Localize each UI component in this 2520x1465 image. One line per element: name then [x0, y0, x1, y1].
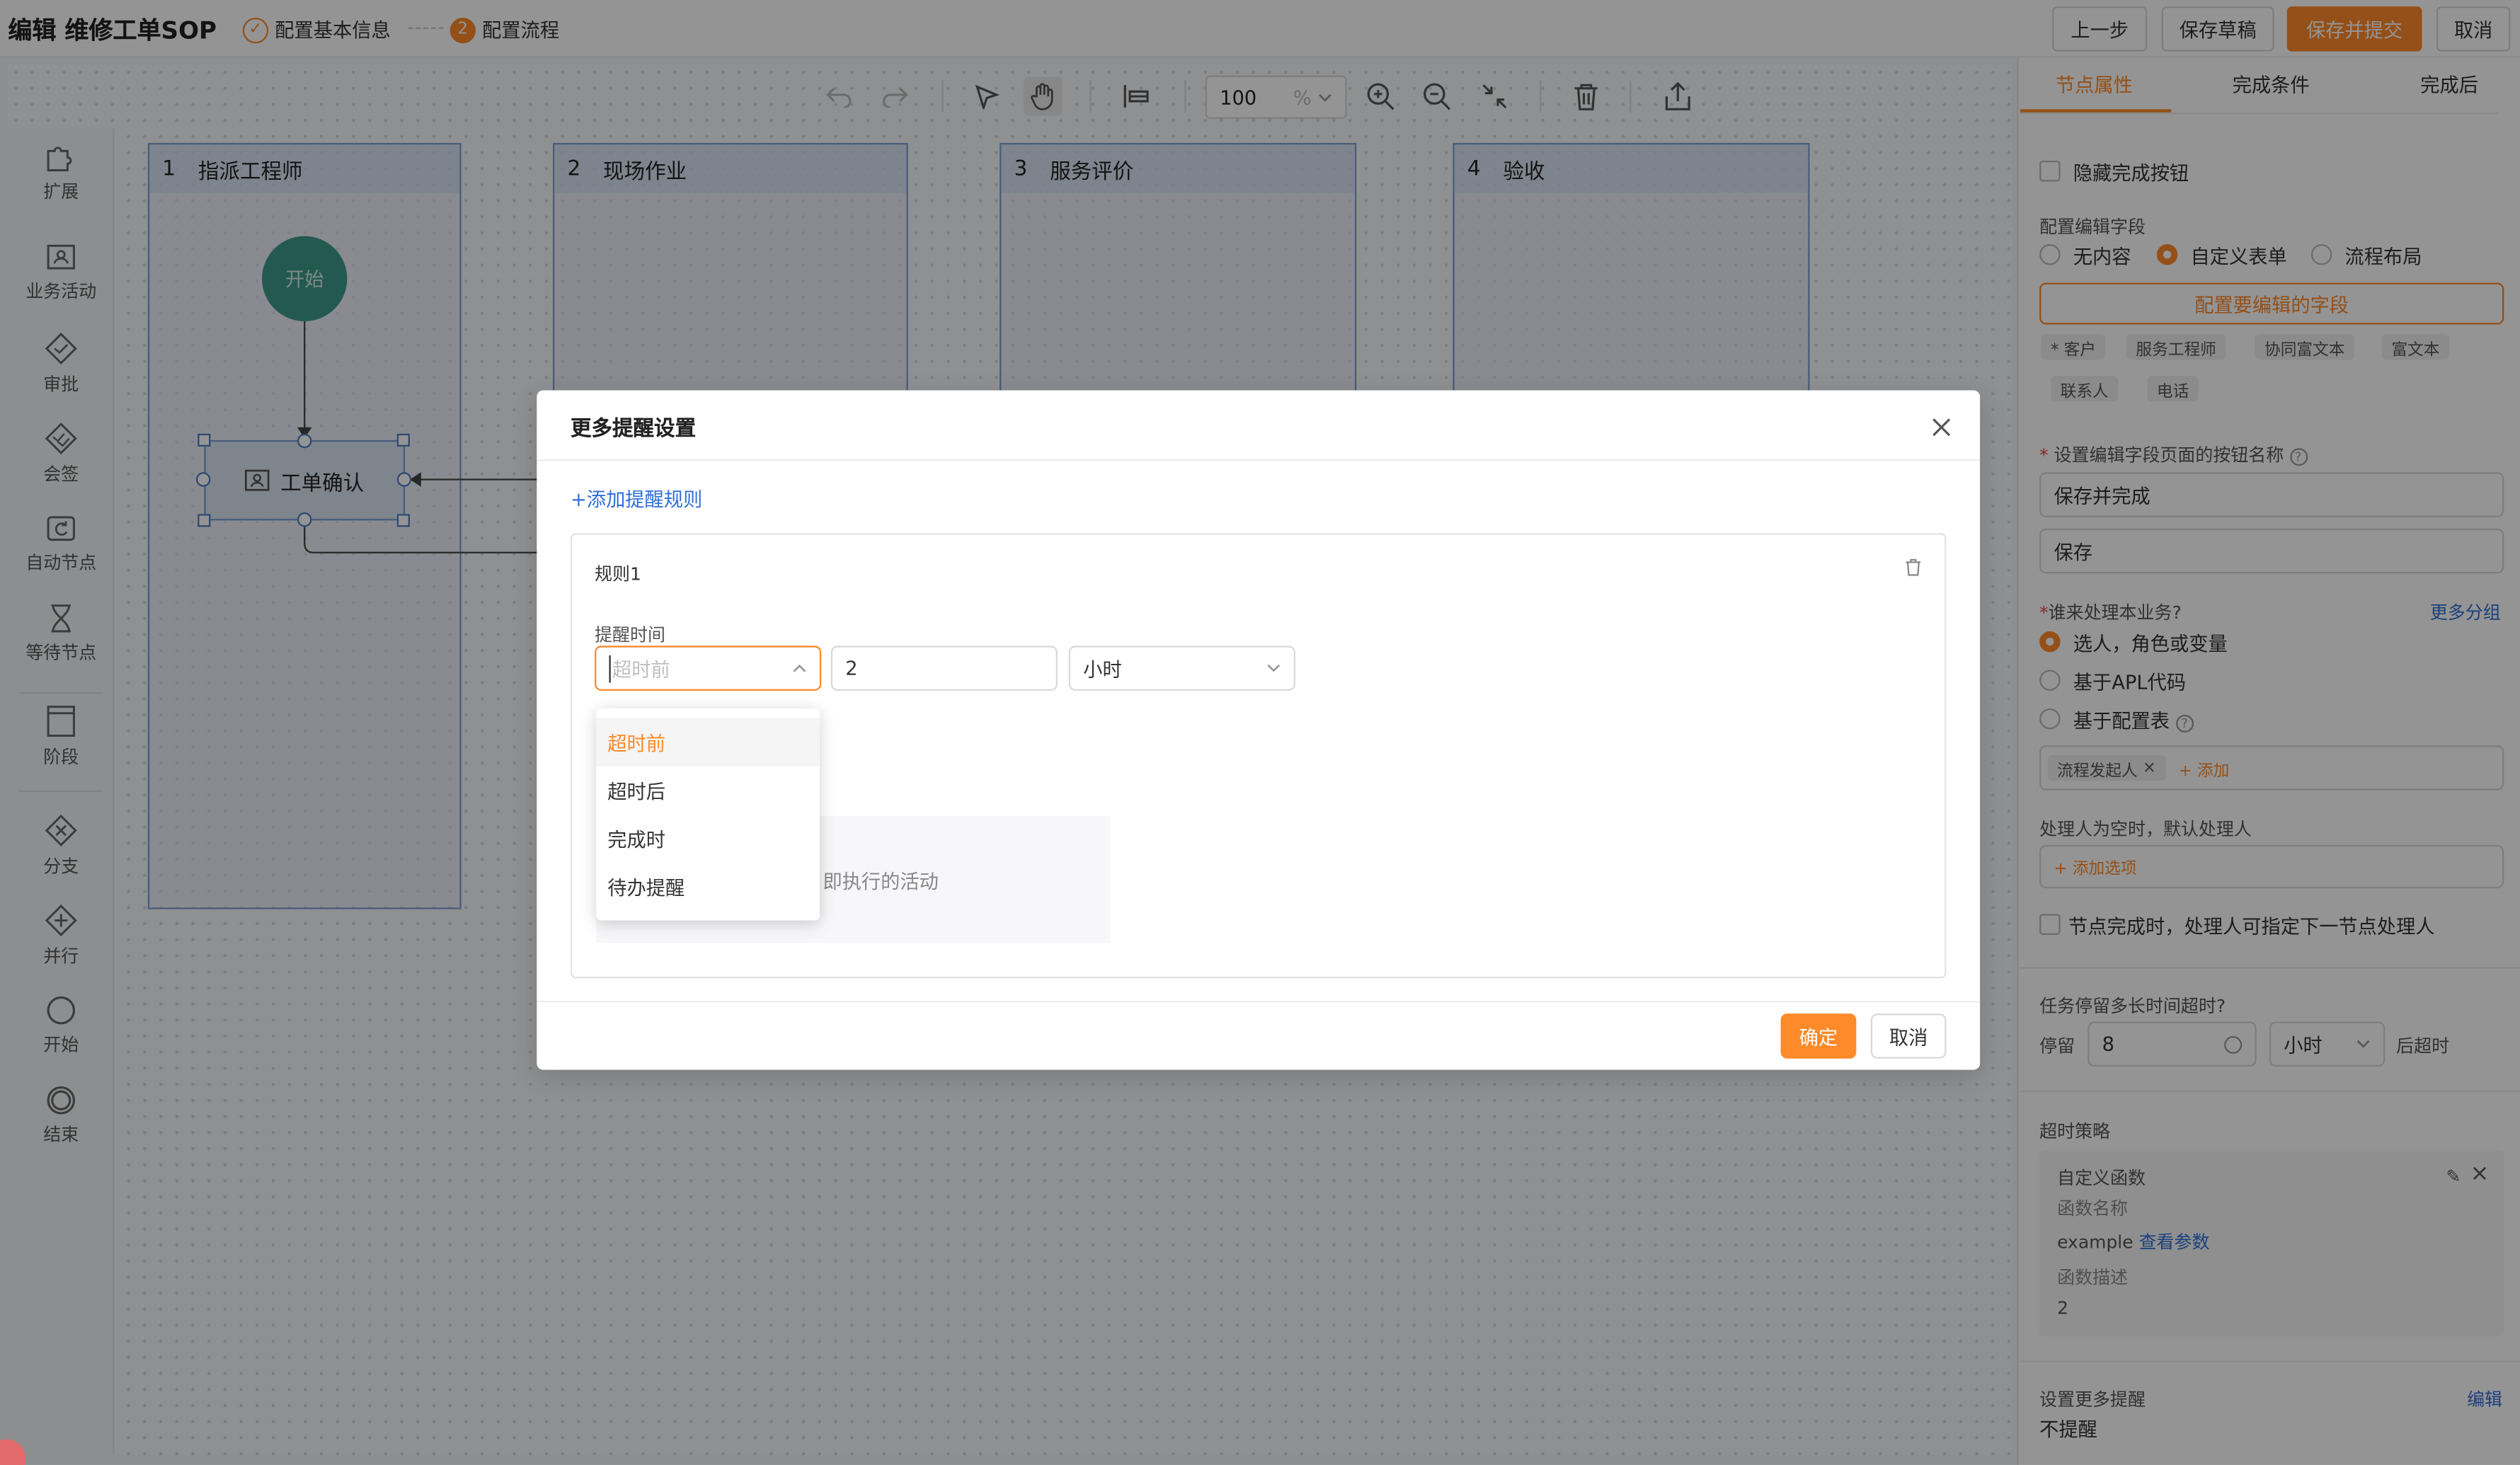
chevron-down-icon — [1267, 664, 1281, 672]
remind-unit-select[interactable]: 小时 — [1068, 645, 1295, 691]
delete-rule-icon[interactable] — [1904, 558, 1922, 582]
add-rule-link[interactable]: +添加提醒规则 — [571, 485, 702, 512]
chevron-up-icon — [793, 664, 806, 672]
option-before-timeout[interactable]: 超时前 — [596, 718, 820, 766]
option-on-complete[interactable]: 完成时 — [596, 815, 820, 863]
app-root: 编辑 维修工单SOP ✓ 配置基本信息 2 配置流程 上一步 保存草稿 保存并提… — [0, 0, 2520, 1465]
close-icon[interactable] — [1927, 413, 1956, 442]
remind-amount-input[interactable]: 2 — [830, 645, 1058, 691]
remind-time-label: 提醒时间 — [595, 624, 665, 646]
remind-unit-value: 小时 — [1083, 657, 1122, 681]
dialog-cancel-button[interactable]: 取消 — [1870, 1013, 1947, 1059]
option-after-timeout[interactable]: 超时后 — [596, 766, 820, 815]
dialog-footer-divider — [537, 1001, 1981, 1003]
activity-hint-text: 即执行的活动 — [823, 871, 939, 893]
remind-when-select[interactable]: 超时前 — [595, 645, 822, 691]
option-todo-reminder[interactable]: 待办提醒 — [596, 863, 820, 911]
remind-when-placeholder: 超时前 — [609, 654, 670, 682]
dialog-title: 更多提醒设置 — [570, 418, 697, 442]
confirm-button[interactable]: 确定 — [1780, 1013, 1857, 1059]
dialog-header-divider — [537, 459, 1981, 461]
rule-title: 规则1 — [595, 563, 641, 585]
